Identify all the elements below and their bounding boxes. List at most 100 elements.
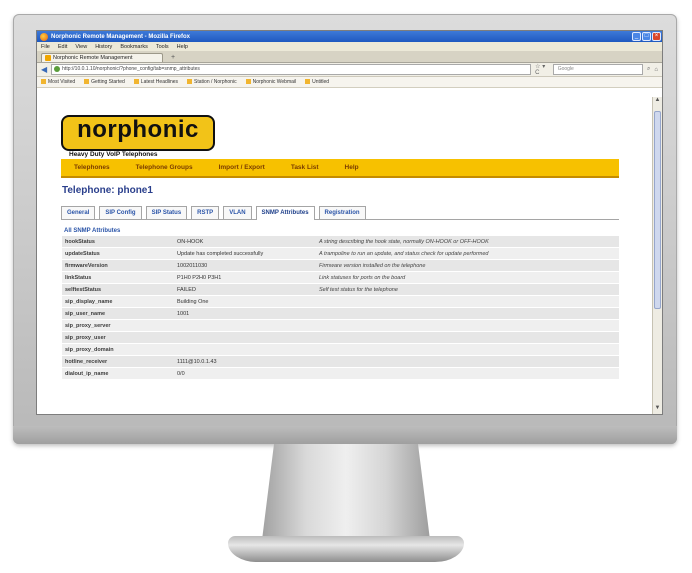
maximize-button[interactable]: □ (642, 32, 651, 41)
attribute-description: A trampoline to run an update, and statu… (316, 247, 619, 260)
menu-file[interactable]: File (41, 44, 50, 50)
bookmark-item[interactable]: Untitled (305, 79, 329, 85)
table-row: sip_display_name Building One (62, 295, 619, 308)
vertical-scrollbar[interactable]: ▲ ▼ (652, 97, 662, 414)
search-go-icon[interactable]: ⌕ (647, 66, 650, 73)
attribute-value: 1002011030 (174, 259, 316, 272)
table-row: updateStatus Update has completed success… (62, 247, 619, 260)
tab-registration[interactable]: Registration (318, 206, 366, 219)
bookmark-item[interactable]: Most Visited (41, 79, 75, 85)
attribute-value: 1111@10.0.1.43 (174, 355, 316, 368)
attribute-description: Self test status for the telephone (316, 283, 619, 296)
attribute-description (316, 295, 619, 308)
attribute-value: P1H0 P2H0 P3H1 (174, 271, 316, 284)
scroll-down-arrow-icon[interactable]: ▼ (653, 405, 662, 414)
table-row: hookStatus ON-HOOK A string describing the… (62, 236, 619, 248)
attribute-name: linkStatus (62, 271, 174, 284)
back-arrow-icon[interactable]: ◀ (41, 65, 47, 74)
attribute-value: FAILED (174, 283, 316, 296)
attribute-name: sip_user_name (62, 307, 174, 320)
attribute-description: A string describing the hook state, norm… (316, 236, 619, 248)
minimize-button[interactable]: _ (632, 32, 641, 41)
attribute-name: updateStatus (62, 247, 174, 260)
tab-snmp-attributes[interactable]: SNMP Attributes (255, 206, 315, 220)
browser-tab-label: Norphonic Remote Management (53, 55, 133, 61)
nav-telephones[interactable]: Telephones (61, 164, 123, 171)
monitor-base (228, 536, 464, 562)
url-bar[interactable]: http://10.0.1.10/norphonic/?phone_config… (51, 64, 532, 75)
attribute-description (316, 355, 619, 368)
scrollbar-thumb[interactable] (654, 111, 661, 309)
firefox-icon (40, 32, 48, 41)
table-row: sip_proxy_user (62, 331, 619, 344)
bookmark-item[interactable]: Station / Norphonic (187, 79, 237, 85)
menu-edit[interactable]: Edit (58, 44, 67, 50)
page-viewport: norphonic Heavy Duty VoIP Telephones Tel… (37, 97, 653, 414)
attribute-name: sip_proxy_domain (62, 343, 174, 356)
attribute-description: Firmware version installed on the teleph… (316, 259, 619, 272)
nav-task-list[interactable]: Task List (278, 164, 332, 171)
norphonic-logo[interactable]: norphonic (61, 115, 215, 151)
table-row: dialout_ip_name 0/0 (62, 367, 619, 380)
monitor-chin (13, 426, 677, 444)
window-titlebar: Norphonic Remote Management - Mozilla Fi… (37, 31, 662, 42)
table-row: sip_user_name 1001 (62, 307, 619, 320)
menu-tools[interactable]: Tools (156, 44, 169, 50)
attribute-value: ON-HOOK (174, 236, 316, 248)
tab-sip-config[interactable]: SIP Config (99, 206, 142, 219)
attribute-description (316, 343, 619, 356)
tab-rstp[interactable]: RSTP (191, 206, 220, 219)
navigation-toolbar: ◀ http://10.0.1.10/norphonic/?phone_conf… (37, 63, 662, 77)
tab-sip-status[interactable]: SIP Status (145, 206, 188, 219)
table-row: hotline_receiver 1111@10.0.1.43 (62, 355, 619, 368)
url-text: http://10.0.1.10/norphonic/?phone_config… (62, 66, 200, 72)
bookmark-item[interactable]: Norphonic Webmail (246, 79, 297, 85)
attribute-value (174, 343, 316, 356)
table-row: linkStatus P1H0 P2H0 P3H1 Link statuses fo… (62, 271, 619, 284)
bookmark-item[interactable]: Latest Headlines (134, 79, 178, 85)
tab-vlan[interactable]: VLAN (223, 206, 252, 219)
new-tab-button[interactable]: + (166, 54, 180, 62)
attribute-description (316, 319, 619, 332)
menu-view[interactable]: View (75, 44, 87, 50)
site-identity-icon[interactable] (54, 66, 61, 72)
telephone-tabs: General SIP Config SIP Status RSTP VLAN … (61, 202, 619, 220)
attribute-value (174, 319, 316, 332)
table-row: firmwareVersion 1002011030 Firmware versio… (62, 259, 619, 272)
browser-tab[interactable]: Norphonic Remote Management (41, 53, 163, 62)
scroll-up-arrow-icon[interactable]: ▲ (653, 97, 662, 106)
attribute-name: sip_proxy_server (62, 319, 174, 332)
logo-wordmark: norphonic (77, 116, 199, 143)
tab-strip: Norphonic Remote Management + (37, 51, 662, 63)
attribute-name: hotline_receiver (62, 355, 174, 368)
menu-history[interactable]: History (95, 44, 112, 50)
bookmark-item[interactable]: Getting Started (84, 79, 125, 85)
attribute-name: dialout_ip_name (62, 367, 174, 380)
window-title: Norphonic Remote Management - Mozilla Fi… (51, 33, 191, 40)
menu-bar: File Edit View History Bookmarks Tools H… (37, 42, 662, 51)
attribute-description: Link statuses for ports on the board (316, 271, 619, 284)
attribute-value (174, 331, 316, 344)
home-icon[interactable]: ⌂ (654, 67, 658, 73)
reload-icon[interactable]: ☆ ▾ C (535, 63, 549, 76)
main-nav: Telephones Telephone Groups Import / Exp… (61, 159, 619, 178)
attribute-name: sip_display_name (62, 295, 174, 308)
bookmarks-toolbar: Most Visited Getting Started Latest Head… (37, 77, 662, 88)
browser-window: Norphonic Remote Management - Mozilla Fi… (36, 30, 663, 415)
attribute-value: Update has completed successfully (174, 247, 316, 260)
menu-help[interactable]: Help (177, 44, 188, 50)
nav-telephone-groups[interactable]: Telephone Groups (123, 164, 206, 171)
nav-help[interactable]: Help (332, 164, 372, 171)
search-input[interactable]: Google (552, 64, 643, 75)
menu-bookmarks[interactable]: Bookmarks (120, 44, 148, 50)
tab-general[interactable]: General (61, 206, 96, 219)
attribute-value: 0/0 (174, 367, 316, 380)
attribute-name: sip_proxy_user (62, 331, 174, 344)
logo-tagline: Heavy Duty VoIP Telephones (69, 151, 158, 158)
attribute-description (316, 331, 619, 344)
table-row: sip_proxy_server (62, 319, 619, 332)
table-row: selftestStatus FAILED Self test status for… (62, 283, 619, 296)
close-button[interactable]: × (652, 32, 661, 41)
nav-import-export[interactable]: Import / Export (206, 164, 278, 171)
attribute-name: hookStatus (62, 236, 174, 248)
